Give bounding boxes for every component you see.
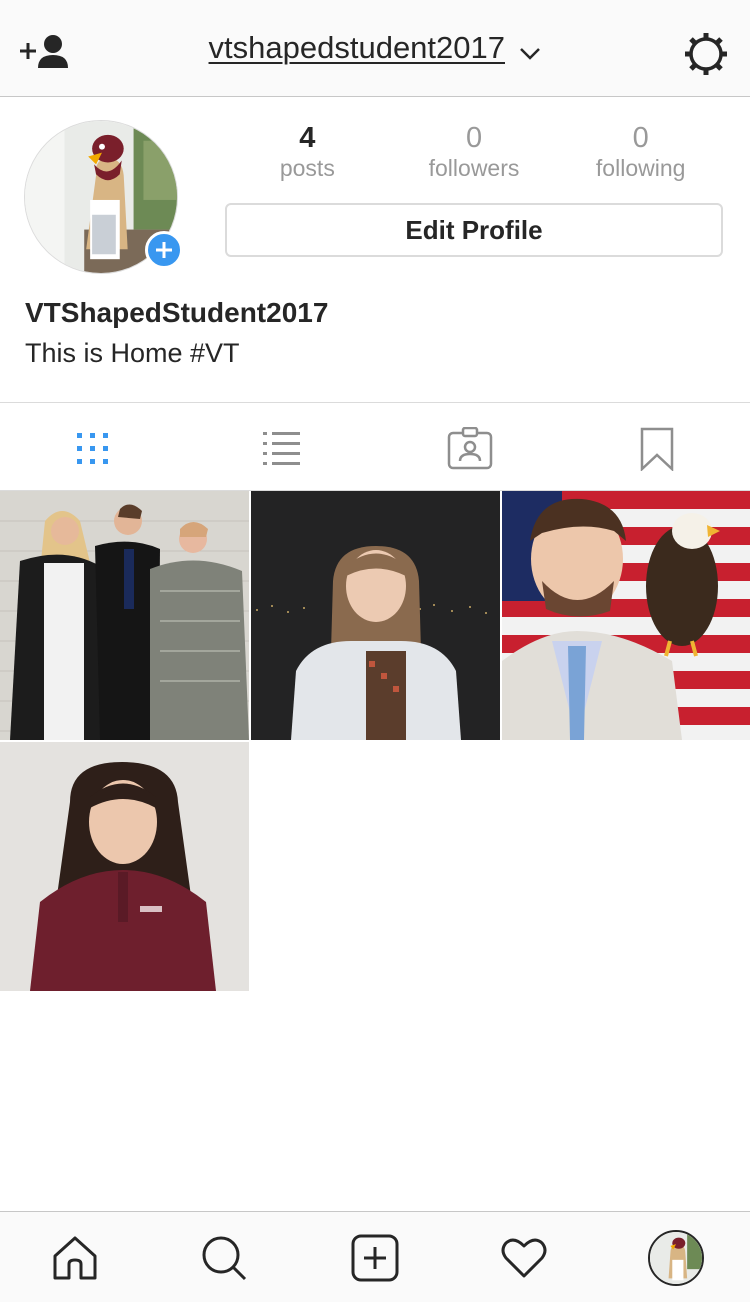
profile-stats: 4 posts 0 followers 0 following	[224, 122, 724, 186]
search-icon[interactable]	[200, 1234, 248, 1282]
post-thumbnail-night[interactable]	[251, 491, 500, 740]
following-label: following	[595, 155, 686, 181]
followers-count: 0	[465, 122, 483, 154]
bookmark-icon[interactable]	[634, 427, 680, 471]
stat-following[interactable]: 0 following	[557, 122, 724, 186]
heart-icon[interactable]	[500, 1234, 548, 1282]
bottom-nav	[0, 1211, 750, 1302]
top-header: vtshapedstudent2017	[0, 0, 750, 97]
posts-label: posts	[279, 155, 335, 181]
profile-full-name: VTShapedStudent2017	[25, 297, 329, 328]
profile-avatar-icon[interactable]	[648, 1230, 704, 1286]
post-thumbnail-quarterzip[interactable]	[0, 742, 249, 991]
edit-profile-button[interactable]: Edit Profile	[225, 203, 723, 257]
add-story-button[interactable]	[145, 231, 183, 269]
following-count: 0	[632, 122, 649, 154]
profile-bio: This is Home #VT	[25, 338, 240, 368]
stat-posts[interactable]: 4 posts	[224, 122, 391, 186]
gear-icon[interactable]	[682, 30, 730, 78]
stat-followers[interactable]: 0 followers	[391, 122, 558, 186]
posts-count: 4	[299, 122, 316, 154]
chevron-down-icon[interactable]	[519, 47, 541, 61]
post-thumbnail-family[interactable]	[0, 491, 249, 740]
profile-section: 4 posts 0 followers 0 following Edit Pro…	[0, 98, 750, 402]
profile-tabs	[0, 402, 750, 491]
post-thumbnail-eagle[interactable]	[502, 491, 750, 740]
username-title[interactable]: vtshapedstudent2017	[209, 30, 505, 65]
followers-label: followers	[428, 155, 520, 181]
grid-icon[interactable]	[70, 427, 116, 471]
tagged-icon[interactable]	[447, 427, 493, 471]
add-post-icon[interactable]	[351, 1234, 399, 1282]
list-icon[interactable]	[258, 427, 304, 471]
home-icon[interactable]	[51, 1234, 99, 1282]
